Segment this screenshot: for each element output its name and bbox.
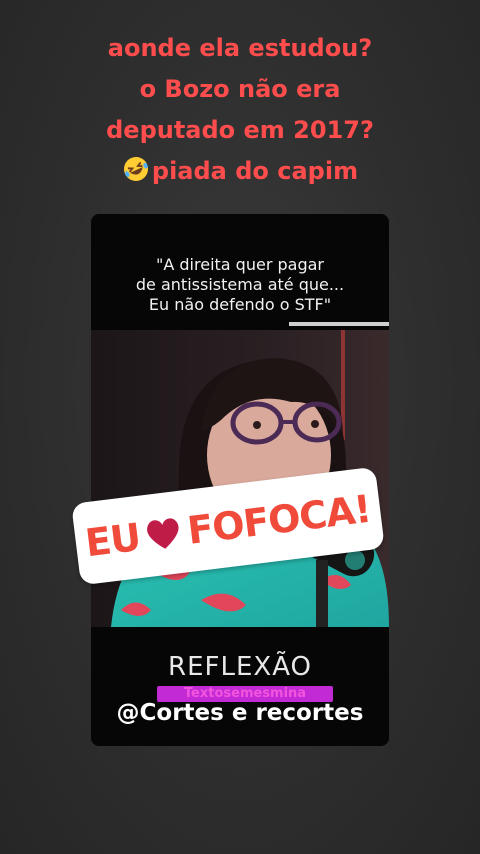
heart-icon — [147, 518, 179, 549]
caption-line-1: aonde ela estudou? — [107, 34, 373, 62]
caption: aonde ela estudou? o Bozo não era deputa… — [0, 28, 480, 192]
caption-line-2: o Bozo não era — [139, 75, 341, 103]
caption-line-4: piada do capim — [0, 151, 480, 192]
reflexao-title: REFLEXÃO — [168, 652, 312, 682]
sticker-left-text: EU — [82, 514, 143, 566]
quote-underline — [289, 322, 389, 326]
channel-handle: @Cortes e recortes — [116, 700, 364, 726]
caption-line-4-text: piada do capim — [151, 157, 359, 185]
quote-line-3: Eu não defendo o STF" — [148, 295, 332, 314]
quote-text: "A direita quer pagar de antissistema at… — [91, 255, 389, 315]
caption-line-3: deputado em 2017? — [106, 116, 374, 144]
laughing-emoji-icon — [123, 157, 148, 181]
quote-line-2: de antissistema até que... — [135, 275, 345, 294]
sticker-right-text: FOFOCA! — [184, 486, 374, 553]
quote-line-1: "A direita quer pagar — [156, 255, 324, 274]
